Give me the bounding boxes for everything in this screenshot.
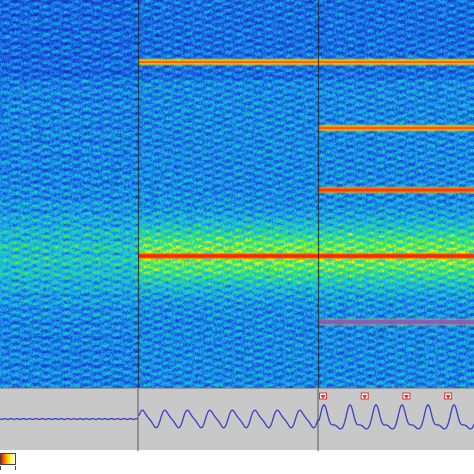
colorbar: [0, 451, 474, 474]
peak-marker-icon[interactable]: [444, 392, 453, 400]
waveform-trace-panel-1: [0, 417, 139, 421]
peak-marker-icon[interactable]: [402, 392, 411, 400]
waveform-panel[interactable]: [0, 388, 474, 451]
peak-marker-icon[interactable]: [360, 392, 369, 400]
spectrogram-view[interactable]: [0, 0, 474, 388]
colorbar-ticks: [0, 466, 16, 474]
peak-marker-icon[interactable]: [319, 392, 327, 400]
colorbar-tick: [0, 466, 1, 470]
colorbar-gradient: [0, 453, 16, 465]
colorbar-tick: [15, 466, 16, 470]
waveform-trace-panel-2: [138, 409, 319, 429]
waveform-plot: [0, 389, 474, 451]
waveform-trace-panel-3: [318, 403, 474, 430]
